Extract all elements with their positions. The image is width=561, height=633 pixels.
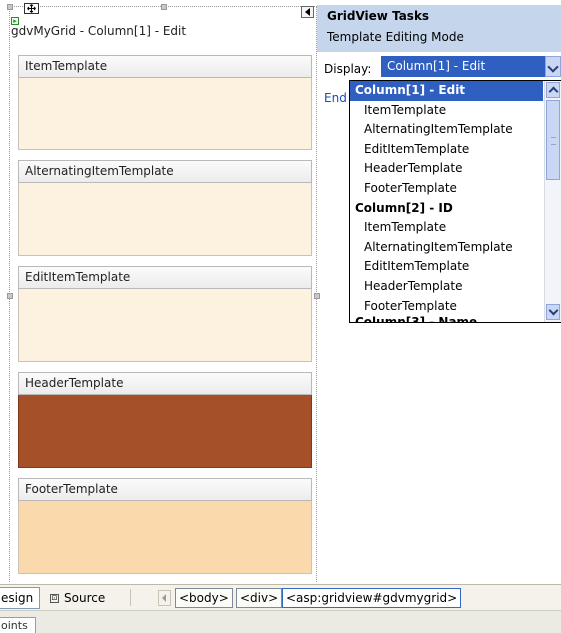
tab-breakpoints[interactable]: oints bbox=[0, 617, 36, 633]
resize-grip-top-left[interactable] bbox=[7, 4, 13, 10]
dropdown-option[interactable]: Column[1] - Edit bbox=[350, 81, 543, 101]
template-area-item[interactable] bbox=[18, 78, 312, 150]
dropdown-option[interactable]: HeaderTemplate bbox=[350, 159, 543, 179]
resize-grip-top[interactable] bbox=[161, 4, 167, 10]
resize-grip-right[interactable] bbox=[314, 293, 320, 299]
chevron-down-icon bbox=[547, 61, 559, 73]
display-dropdown-list[interactable]: Column[1] - Edit ItemTemplate Alternatin… bbox=[349, 80, 561, 323]
tasks-title: GridView Tasks bbox=[327, 9, 430, 23]
arrow-left-icon bbox=[162, 594, 166, 602]
smart-tag-arrow-icon bbox=[305, 8, 310, 16]
dropdown-option[interactable]: ItemTemplate bbox=[350, 218, 543, 238]
end-template-editing-link[interactable]: End bbox=[324, 91, 347, 105]
template-area-footer[interactable] bbox=[18, 501, 312, 574]
template-header-item: ItemTemplate bbox=[18, 55, 312, 78]
smart-tag-button[interactable] bbox=[301, 6, 314, 18]
tab-design[interactable]: esign bbox=[0, 587, 40, 609]
dropdown-option[interactable]: Column[3] - Name bbox=[350, 313, 543, 322]
scroll-thumb[interactable] bbox=[546, 100, 560, 180]
breadcrumb-div[interactable]: <div> bbox=[236, 588, 283, 608]
template-header-footer: FooterTemplate bbox=[18, 478, 312, 501]
dropdown-option[interactable]: ItemTemplate bbox=[350, 101, 543, 121]
scroll-up-button[interactable] bbox=[546, 82, 560, 98]
chevron-up-icon bbox=[548, 86, 559, 97]
dropdown-option[interactable]: AlternatingItemTemplate bbox=[350, 120, 543, 140]
template-area-alternating[interactable] bbox=[18, 183, 312, 256]
tab-source-label: Source bbox=[64, 591, 106, 605]
dropdown-option[interactable]: Column[2] - ID bbox=[350, 199, 543, 219]
dropdown-option[interactable]: EditItemTemplate bbox=[350, 257, 543, 277]
chevron-down-icon bbox=[548, 305, 559, 316]
output-tabs-bar bbox=[0, 610, 561, 633]
separator bbox=[130, 589, 131, 606]
scroll-down-button[interactable] bbox=[546, 304, 560, 320]
template-header-header: HeaderTemplate bbox=[18, 372, 312, 395]
dropdown-button[interactable] bbox=[545, 56, 561, 77]
display-label: Display: bbox=[324, 62, 372, 76]
breadcrumb-scroll-left-button[interactable] bbox=[158, 590, 171, 606]
dropdown-option[interactable]: FooterTemplate bbox=[350, 179, 543, 199]
template-header-edit: EditItemTemplate bbox=[18, 266, 312, 289]
breadcrumb-gridview[interactable]: <asp:gridview#gdvmygrid> bbox=[282, 588, 462, 608]
move-handle-icon[interactable] bbox=[24, 3, 39, 14]
template-header-alternating: AlternatingItemTemplate bbox=[18, 160, 312, 183]
tasks-subtitle: Template Editing Mode bbox=[327, 30, 464, 44]
template-area-edit[interactable] bbox=[18, 289, 312, 362]
breadcrumb-body[interactable]: <body> bbox=[175, 588, 233, 608]
dropdown-scrollbar[interactable] bbox=[544, 81, 561, 322]
template-area-header[interactable] bbox=[18, 395, 312, 468]
dropdown-option[interactable]: HeaderTemplate bbox=[350, 277, 543, 297]
dropdown-option[interactable]: EditItemTemplate bbox=[350, 140, 543, 160]
resize-grip-left[interactable] bbox=[7, 293, 13, 299]
display-select[interactable]: Column[1] - Edit bbox=[381, 56, 545, 77]
dropdown-option[interactable]: AlternatingItemTemplate bbox=[350, 238, 543, 258]
grid-title: gdvMyGrid - Column[1] - Edit bbox=[11, 24, 187, 38]
grip-icon bbox=[551, 137, 556, 145]
source-view-icon: ⊡ bbox=[50, 594, 59, 603]
tab-source[interactable]: ⊡ Source bbox=[50, 590, 105, 606]
